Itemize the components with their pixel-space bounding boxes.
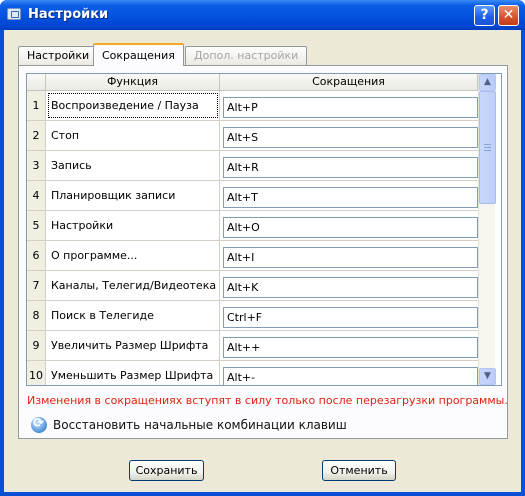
table-row: 3 Запись Alt+R	[27, 151, 478, 181]
row-number: 9	[27, 331, 46, 360]
table-row: 5 Настройки Alt+O	[27, 211, 478, 241]
shortcuts-table: Функция Сокращения 1 Воспроизведение / П…	[26, 73, 502, 386]
function-cell[interactable]: О программе...	[46, 241, 220, 270]
shortcut-field[interactable]: Ctrl+F	[223, 307, 478, 328]
help-button[interactable]: ?	[474, 5, 495, 26]
header-shortcut[interactable]: Сокращения	[220, 74, 478, 91]
shortcut-field[interactable]: Alt+-	[223, 367, 478, 385]
table-row: 7 Каналы, Телегид/Видеотека Alt+K	[27, 271, 478, 301]
tab-settings[interactable]: Настройки	[18, 46, 99, 65]
shortcut-field[interactable]: Alt+I	[223, 247, 478, 268]
row-number: 10	[27, 361, 46, 385]
row-number: 6	[27, 241, 46, 270]
shortcuts-panel: Функция Сокращения 1 Воспроизведение / П…	[18, 65, 508, 439]
shortcut-field[interactable]: Alt+O	[223, 217, 478, 238]
table-row: 4 Планировщик записи Alt+T	[27, 181, 478, 211]
restart-warning: Изменения в сокращениях вступят в силу т…	[27, 394, 508, 407]
row-number: 8	[27, 301, 46, 330]
tab-shortcuts[interactable]: Сокращения	[93, 43, 184, 66]
row-number: 5	[27, 211, 46, 240]
row-number: 3	[27, 151, 46, 180]
function-cell[interactable]: Поиск в Телегиде	[46, 301, 220, 330]
shortcut-field[interactable]: Alt+K	[223, 277, 478, 298]
function-cell[interactable]: Стоп	[46, 121, 220, 150]
save-button[interactable]: Сохранить	[129, 460, 204, 481]
header-function[interactable]: Функция	[46, 74, 220, 91]
function-cell[interactable]: Запись	[46, 151, 220, 180]
row-number: 4	[27, 181, 46, 210]
scroll-up-icon[interactable]: ▲	[479, 74, 496, 91]
title-bar[interactable]: Настройки ? ✕	[0, 0, 525, 30]
grip-icon	[484, 144, 491, 151]
tab-additional-settings: Допол. настройки	[185, 46, 308, 65]
table-row: 6 О программе... Alt+I	[27, 241, 478, 271]
table-row: 2 Стоп Alt+S	[27, 121, 478, 151]
table-row: 1 Воспроизведение / Пауза Alt+P	[27, 91, 478, 121]
row-number: 7	[27, 271, 46, 300]
refresh-icon	[31, 416, 47, 433]
app-icon	[7, 8, 21, 20]
settings-window: Настройки ? ✕ Настройки Сокращения Допол…	[0, 0, 525, 496]
shortcut-field[interactable]: Alt+T	[223, 187, 478, 208]
table-row: 10 Уменьшить Размер Шрифта Alt+-	[27, 361, 478, 385]
restore-defaults-label: Восстановить начальные комбинации клавиш	[53, 418, 347, 432]
shortcut-field[interactable]: Alt+S	[223, 127, 478, 148]
row-number: 2	[27, 121, 46, 150]
dialog-client: Настройки Сокращения Допол. настройки Фу…	[4, 30, 521, 492]
vertical-scrollbar[interactable]: ▲ ▼	[478, 74, 496, 385]
function-cell[interactable]: Каналы, Телегид/Видеотека	[46, 271, 220, 300]
shortcut-field[interactable]: Alt++	[223, 337, 478, 358]
function-cell[interactable]: Настройки	[46, 211, 220, 240]
function-cell[interactable]: Уменьшить Размер Шрифта	[46, 361, 220, 385]
close-button[interactable]: ✕	[498, 5, 519, 26]
cancel-button[interactable]: Отменить	[322, 460, 396, 481]
window-title: Настройки	[28, 7, 109, 22]
table-row: 9 Увеличить Размер Шрифта Alt++	[27, 331, 478, 361]
scroll-thumb[interactable]	[479, 91, 496, 204]
table-header: Функция Сокращения	[27, 74, 478, 91]
row-number: 1	[27, 91, 46, 120]
function-cell[interactable]: Воспроизведение / Пауза	[46, 91, 220, 120]
function-cell[interactable]: Планировщик записи	[46, 181, 220, 210]
shortcut-field[interactable]: Alt+P	[223, 97, 478, 118]
function-cell[interactable]: Увеличить Размер Шрифта	[46, 331, 220, 360]
header-number	[27, 74, 46, 91]
scroll-down-icon[interactable]: ▼	[479, 368, 496, 385]
table-row: 8 Поиск в Телегиде Ctrl+F	[27, 301, 478, 331]
shortcut-field[interactable]: Alt+R	[223, 157, 478, 178]
